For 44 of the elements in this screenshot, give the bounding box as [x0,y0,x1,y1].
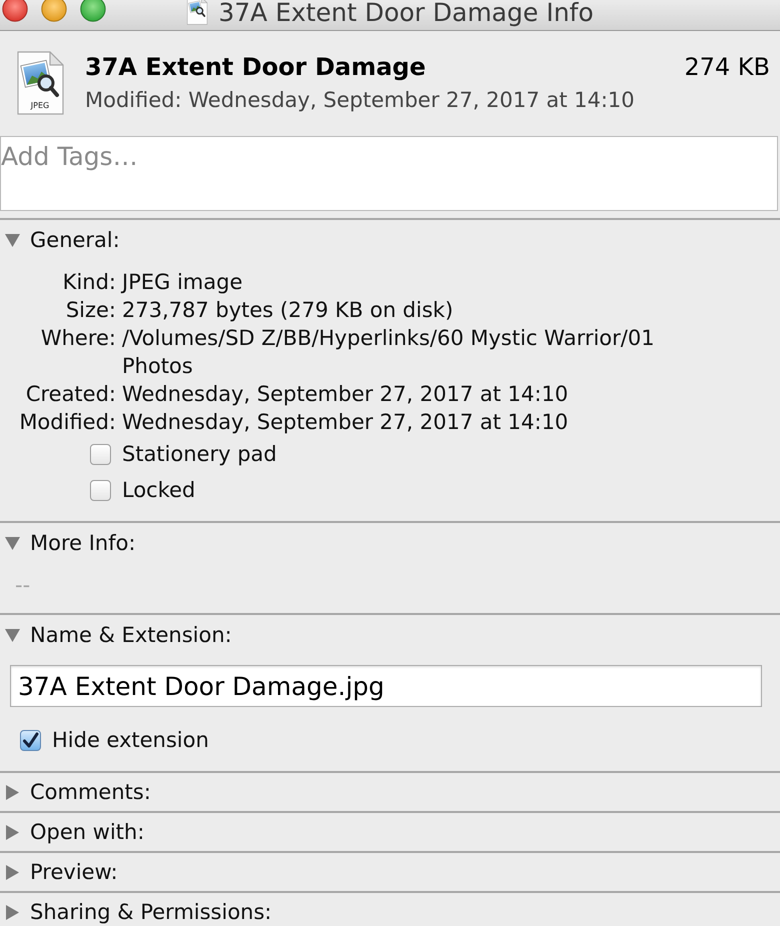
disclosure-triangle-icon [5,232,20,248]
checkbox[interactable] [90,444,111,464]
field-label: Kind: [62,269,116,296]
field-label: Where: [40,325,116,352]
field-value: /Volumes/SD Z/BB/Hyperlinks/60 Mystic Warrior/01 Photos [122,325,656,380]
file-size: 274 KB [684,52,770,82]
section-header[interactable]: Sharing & Permissions: [0,893,276,926]
field-label: Modified: [19,409,116,436]
section-header[interactable]: Name & Extension: [0,615,236,655]
file-type-label: JPEG [30,101,50,110]
checkbox-label: Locked [122,478,196,502]
window-title: 37A Extent Door Damage Info [218,0,594,25]
image-file-icon [186,0,208,26]
zoom-button[interactable] [80,0,106,22]
checkbox-label: Stationery pad [122,442,277,466]
field-label: Size: [66,297,116,324]
modified-date: Modified: Wednesday, September 27, 2017 at 14:10 [85,87,636,113]
checkbox-label: Hide extension [52,728,209,752]
tags-field[interactable]: Add Tags… [0,136,778,211]
image-file-icon [15,51,65,115]
field-label: Created: [26,381,116,408]
checkbox[interactable] [90,480,111,500]
disclosure-triangle-icon [5,824,20,840]
section-header[interactable]: Comments: [0,773,155,811]
field-value: 273,787 bytes (279 KB on disk) [122,297,454,324]
section-header[interactable]: Open with: [0,813,148,851]
disclosure-triangle-icon [5,628,20,642]
disclosure-triangle-icon [5,904,20,920]
disclosure-triangle-icon [5,864,20,880]
file-name: 37A Extent Door Damage [85,52,427,82]
empty-value-text: -- [15,573,30,597]
section-header[interactable]: General: [0,220,124,260]
disclosure-triangle-icon [5,784,20,800]
disclosure-triangle-icon [5,536,20,550]
section-header[interactable]: More Info: [0,523,140,563]
section-header[interactable]: Preview: [0,853,122,891]
filename-field[interactable]: 37A Extent Door Damage.jpg [10,665,762,707]
field-value: JPEG image [122,269,242,296]
field-value: Wednesday, September 27, 2017 at 14:10 [122,409,568,436]
field-value: Wednesday, September 27, 2017 at 14:10 [122,381,568,408]
checkbox[interactable] [20,730,41,750]
checkmark-icon [22,732,39,748]
close-button[interactable] [2,0,28,22]
minimize-button[interactable] [41,0,67,22]
